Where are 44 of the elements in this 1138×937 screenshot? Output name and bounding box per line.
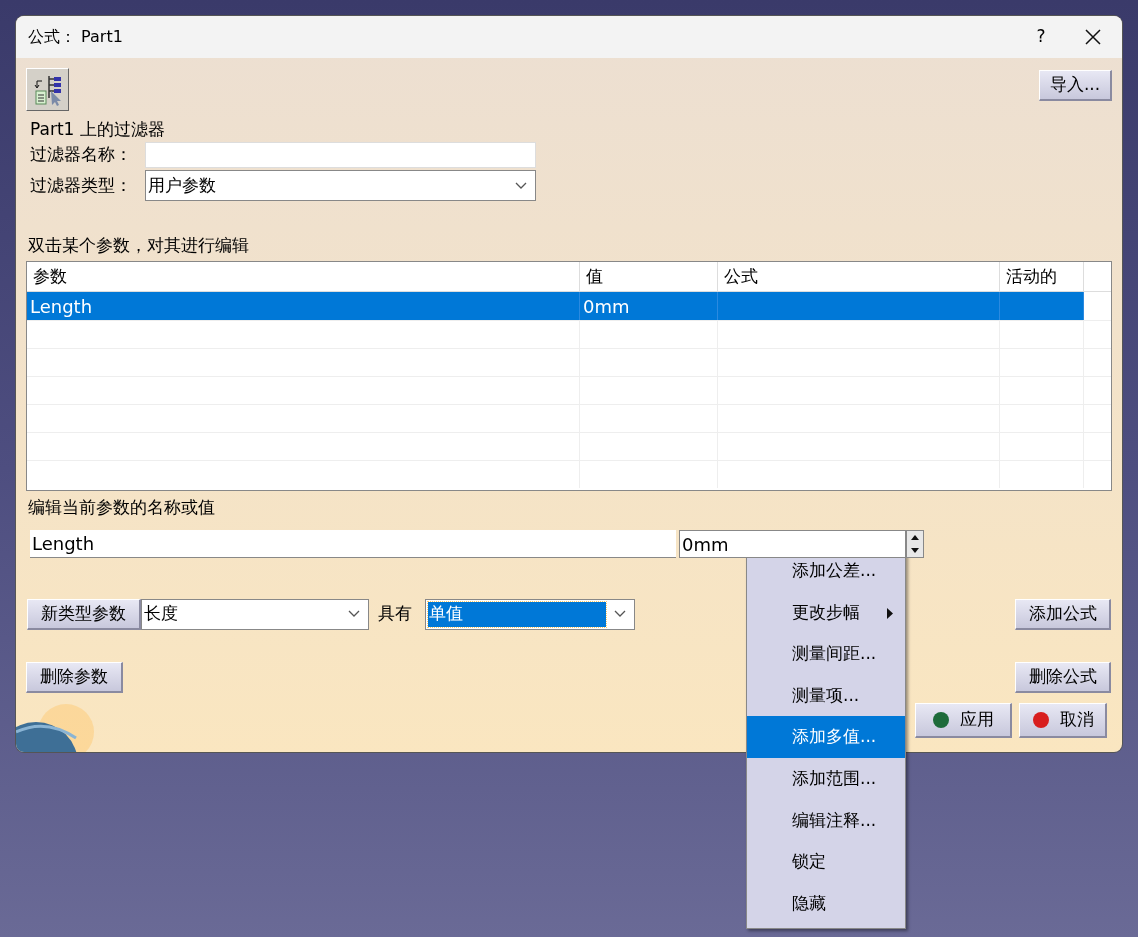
delete-formula-button[interactable]: 删除公式 bbox=[1015, 661, 1111, 693]
spinner-control[interactable] bbox=[906, 530, 924, 558]
help-button[interactable]: ? bbox=[1018, 16, 1064, 58]
column-header[interactable]: 参数 bbox=[33, 263, 67, 290]
add-formula-button[interactable]: 添加公式 bbox=[1015, 598, 1111, 630]
menu-item[interactable]: 编辑注释... bbox=[747, 799, 905, 842]
edit-label: 编辑当前参数的名称或值 bbox=[28, 496, 216, 519]
filter-name-label: 过滤器名称： bbox=[30, 142, 133, 166]
formula-tree-button[interactable] bbox=[26, 68, 69, 111]
apply-button[interactable]: 应用 bbox=[915, 702, 1012, 738]
table-cell-text: Length bbox=[30, 294, 93, 319]
column-header[interactable]: 值 bbox=[586, 263, 603, 290]
value-kind-dropdown[interactable]: 单值 bbox=[425, 598, 635, 630]
menu-item[interactable]: 添加多值... bbox=[747, 716, 905, 758]
filter-type-dropdown[interactable]: 用户参数 bbox=[145, 170, 536, 201]
chevron-down-icon bbox=[348, 610, 360, 618]
delete-parameter-button[interactable]: 删除参数 bbox=[26, 661, 123, 693]
table-row[interactable]: Length 0mm bbox=[27, 292, 1084, 320]
menu-item[interactable]: 测量间距... bbox=[747, 633, 905, 675]
cancel-button[interactable]: 取消 bbox=[1019, 702, 1107, 738]
down-arrow-icon bbox=[911, 548, 919, 553]
with-label: 具有 bbox=[378, 602, 413, 626]
parameter-value-field[interactable]: 0mm bbox=[679, 530, 906, 558]
table-cell-text: 0mm bbox=[583, 294, 630, 319]
up-arrow-icon bbox=[911, 535, 919, 540]
close-icon bbox=[1085, 29, 1101, 45]
table-hint: 双击某个参数，对其进行编辑 bbox=[28, 234, 250, 257]
parameter-name-field[interactable]: Length bbox=[30, 530, 676, 558]
column-header[interactable]: 活动的 bbox=[1006, 263, 1057, 290]
column-header[interactable]: 公式 bbox=[724, 263, 758, 290]
window-title: 公式： Part1 bbox=[28, 26, 123, 48]
filter-name-field[interactable] bbox=[145, 141, 536, 168]
new-parameter-button[interactable]: 新类型参数 bbox=[27, 598, 141, 630]
chevron-down-icon bbox=[515, 181, 527, 190]
parameter-type-dropdown[interactable]: 长度 bbox=[141, 598, 369, 630]
menu-item[interactable]: 锁定 bbox=[747, 841, 905, 883]
menu-item[interactable]: 添加范围... bbox=[747, 757, 905, 800]
filter-type-label: 过滤器类型： bbox=[30, 173, 133, 197]
filter-heading: Part1 上的过滤器 bbox=[30, 118, 166, 140]
menu-item[interactable]: 隐藏 bbox=[747, 882, 905, 925]
import-button[interactable]: 导入... bbox=[1039, 70, 1112, 101]
menu-item[interactable]: 更改步幅 bbox=[747, 591, 905, 634]
menu-item[interactable]: 测量项... bbox=[747, 674, 905, 717]
chevron-down-icon bbox=[614, 610, 626, 618]
